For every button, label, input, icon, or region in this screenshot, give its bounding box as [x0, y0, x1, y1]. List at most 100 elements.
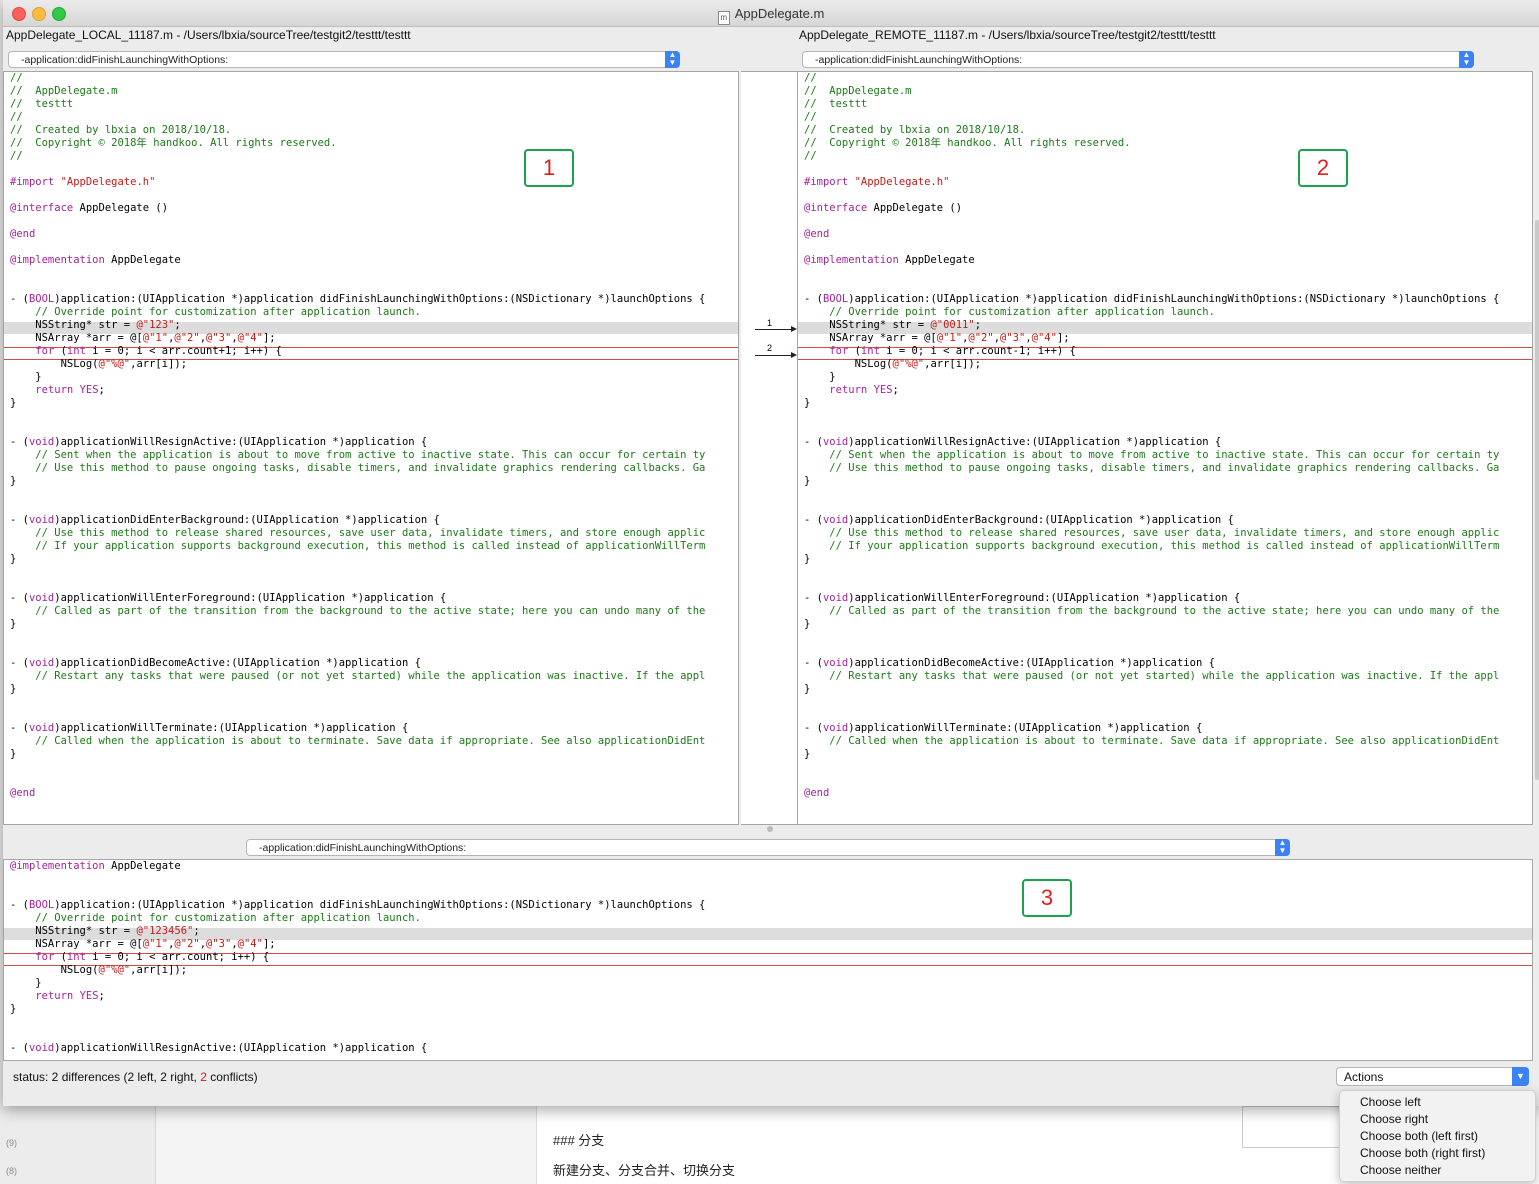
code-line: } — [804, 618, 811, 630]
code-line: return YES; — [35, 384, 105, 396]
chevron-updown-icon: ▲ ▼ — [1459, 51, 1474, 68]
code-line: } — [804, 683, 811, 695]
code-line: @interface AppDelegate () — [10, 202, 169, 214]
code-line: NSArray *arr = @[@"1",@"2",@"3",@"4"]; — [10, 332, 276, 344]
code-line: - (BOOL)application:(UIApplication *)app… — [10, 899, 706, 911]
code-line: NSString* str = @"0011"; — [804, 319, 982, 331]
code-line: NSLog(@"%@",arr[i]); — [10, 964, 188, 976]
code-line: // Override point for customization afte… — [35, 306, 421, 318]
code-line: @implementation AppDelegate — [804, 254, 975, 266]
code-line: // Copyright © 2018年 handkoo. All rights… — [804, 137, 1131, 149]
code-line: - (void)applicationWillTerminate:(UIAppl… — [804, 722, 1203, 734]
right-code-pane[interactable]: //// AppDelegate.m// testtt//// Created … — [797, 71, 1533, 825]
code-line: for (int i = 0; i < arr.count; i++) { — [35, 951, 270, 963]
code-line: #import "AppDelegate.h" — [804, 176, 950, 188]
code-line: // — [804, 72, 817, 84]
code-line: NSString* str = @"123"; — [10, 319, 181, 331]
filemerge-window: m AppDelegate.m AppDelegate_LOCAL_11187.m… — [3, 0, 1539, 1106]
left-function-popup[interactable]: -application:didFinishLaunchingWithOptio… — [8, 51, 680, 68]
code-line: - (BOOL)application:(UIApplication *)app… — [804, 293, 1500, 305]
code-line: } — [10, 618, 17, 630]
code-line: @end — [804, 787, 830, 799]
diff-gutter: 1 2 — [741, 71, 799, 825]
right-function-popup-label: -application:didFinishLaunchingWithOptio… — [815, 54, 1023, 66]
menu-item-choose-right[interactable]: Choose right — [1340, 1111, 1535, 1128]
code-line: // Sent when the application is about to… — [829, 449, 1500, 461]
diff-arrow-1[interactable] — [755, 326, 797, 332]
menu-item-choose-left[interactable]: Choose left — [1340, 1094, 1535, 1111]
code-line: NSArray *arr = @[@"1",@"2",@"3",@"4"]; — [804, 332, 1070, 344]
code-line: // testtt — [10, 98, 74, 110]
code-line: - (void)applicationWillResignActive:(UIA… — [10, 436, 428, 448]
code-line: } — [10, 748, 17, 760]
window-title: m AppDelegate.m — [3, 6, 1539, 25]
diff-arrow-2[interactable] — [755, 352, 797, 358]
code-line: // Called when the application is about … — [829, 735, 1500, 747]
code-line: // Created by lbxia on 2018/10/18. — [804, 124, 1026, 136]
code-line: for (int i = 0; i < arr.count-1; i++) { — [829, 345, 1076, 357]
code-line: // AppDelegate.m — [10, 85, 118, 97]
code-line: // Use this method to pause ongoing task… — [35, 462, 706, 474]
code-line: // Restart any tasks that were paused (o… — [829, 670, 1500, 682]
code-line: NSLog(@"%@",arr[i]); — [10, 358, 188, 370]
code-line: #import "AppDelegate.h" — [10, 176, 156, 188]
diff-number-1: 1 — [767, 318, 773, 328]
code-line: @implementation AppDelegate — [10, 860, 181, 872]
code-line: @interface AppDelegate () — [804, 202, 963, 214]
code-line: - (void)applicationWillEnterForeground:(… — [804, 592, 1241, 604]
code-line: // Use this method to release shared res… — [35, 527, 706, 539]
menu-item-choose-both-left-first[interactable]: Choose both (left first) — [1340, 1128, 1535, 1145]
menu-item-choose-neither[interactable]: Choose neither — [1340, 1162, 1535, 1179]
actions-popup[interactable]: Actions ▼ — [1336, 1067, 1529, 1086]
code-line: return YES; — [829, 384, 899, 396]
merge-function-popup[interactable]: -application:didFinishLaunchingWithOptio… — [246, 839, 1290, 856]
code-line: } — [804, 475, 811, 487]
menu-item-choose-both-right-first[interactable]: Choose both (right first) — [1340, 1145, 1535, 1162]
code-line: - (void)applicationWillEnterForeground:(… — [10, 592, 447, 604]
code-line: // Use this method to pause ongoing task… — [829, 462, 1500, 474]
split-view-handle[interactable] — [767, 826, 773, 832]
code-line: // Called as part of the transition from… — [829, 605, 1500, 617]
merge-code-text: @implementation AppDelegate - (BOOL)appl… — [10, 860, 705, 1055]
code-line: } — [804, 371, 836, 383]
actions-label: Actions — [1344, 1070, 1384, 1084]
diff-number-2: 2 — [767, 343, 773, 353]
merge-code-pane[interactable]: @implementation AppDelegate - (BOOL)appl… — [3, 859, 1533, 1061]
right-scrollbar[interactable] — [1535, 220, 1539, 780]
code-line: } — [10, 371, 42, 383]
code-line: } — [10, 977, 42, 989]
right-function-popup[interactable]: -application:didFinishLaunchingWithOptio… — [802, 51, 1474, 68]
background-text: 新建分支、分支合并、切换分支 — [553, 1163, 736, 1178]
code-line: NSString* str = @"123456"; — [10, 925, 200, 937]
code-line: } — [10, 553, 17, 565]
code-line: - (void)applicationWillResignActive:(UIA… — [804, 436, 1222, 448]
code-line: return YES; — [35, 990, 105, 1002]
left-code-pane[interactable]: //// AppDelegate.m// testtt//// Created … — [3, 71, 739, 825]
actions-menu: Choose left Choose right Choose both (le… — [1339, 1090, 1536, 1182]
